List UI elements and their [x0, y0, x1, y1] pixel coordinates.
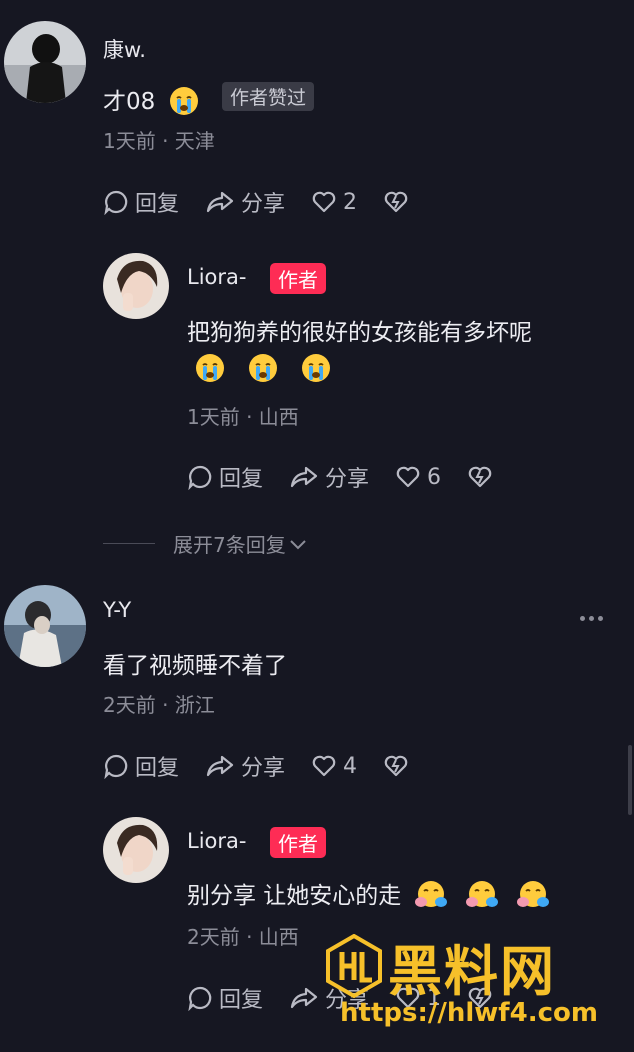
share-label: 分享: [325, 467, 370, 492]
comment-username[interactable]: 康w.: [103, 34, 146, 64]
like-button[interactable]: 2: [311, 190, 357, 215]
comment-text-content: 才08: [103, 89, 156, 115]
reply-label: 回复: [135, 192, 180, 217]
like-count: 4: [343, 753, 358, 779]
watermark-logo-icon: [326, 934, 382, 998]
comment-actions: 回复 分享 4: [103, 750, 441, 782]
reply-actions: 回复 分享 6: [187, 461, 525, 493]
expand-replies-label: 展开7条回复: [173, 533, 286, 557]
comment-icon: [188, 465, 212, 490]
chevron-down-icon: [290, 539, 306, 549]
hugging-emoji: [517, 880, 550, 907]
reply-text-content: 别分享 让她安心的走: [187, 883, 402, 909]
reply-label: 回复: [219, 467, 264, 492]
comment-text: 看了视频睡不着了: [103, 653, 287, 679]
share-icon: [206, 191, 234, 213]
expand-divider: [103, 543, 155, 544]
reply-button[interactable]: 回复: [103, 750, 179, 782]
author-badge: 作者: [270, 827, 326, 858]
hugging-emoji: [414, 880, 447, 907]
author-badge: 作者: [270, 263, 326, 294]
like-button[interactable]: 4: [311, 754, 357, 779]
comment-meta: 1天前 · 天津: [103, 129, 215, 153]
reply-username[interactable]: Liora-: [187, 265, 246, 289]
dislike-button[interactable]: [383, 754, 415, 778]
hugging-emoji: [465, 880, 498, 907]
dislike-heart-icon: [384, 755, 408, 777]
comment-icon: [104, 754, 128, 779]
avatar[interactable]: [4, 21, 86, 103]
dislike-button[interactable]: [467, 465, 499, 489]
avatar[interactable]: [4, 585, 86, 667]
reply-username[interactable]: Liora-: [187, 829, 246, 853]
heart-icon: [396, 466, 420, 488]
share-icon: [290, 466, 318, 488]
crying-emoji: [249, 354, 278, 382]
watermark-url: https://hlwf4.com: [340, 998, 598, 1028]
crying-emoji: [196, 354, 224, 382]
author-liked-badge: 作者赞过: [222, 82, 315, 111]
heart-icon: [312, 191, 336, 213]
comment-icon: [188, 986, 212, 1011]
like-count: 2: [343, 189, 358, 215]
reply-text: 别分享 让她安心的走: [187, 876, 561, 910]
comment-username[interactable]: Y-Y: [103, 598, 131, 622]
dislike-heart-icon: [468, 466, 492, 488]
reply-text: 把狗狗养的很好的女孩能有多坏呢: [187, 320, 532, 346]
share-label: 分享: [241, 192, 286, 217]
reply-label: 回复: [135, 756, 180, 781]
crying-emoji: [169, 86, 198, 115]
scrollbar-thumb[interactable]: [628, 745, 632, 815]
crying-emoji: [302, 354, 331, 382]
comment-icon: [104, 190, 128, 215]
comment-text: 才08: [103, 82, 211, 116]
reply-button[interactable]: 回复: [103, 186, 179, 218]
avatar[interactable]: [103, 253, 169, 319]
like-count: 6: [427, 464, 442, 490]
comment-meta: 2天前 · 浙江: [103, 693, 215, 717]
share-button[interactable]: 分享: [205, 186, 285, 218]
like-button[interactable]: 6: [395, 465, 441, 490]
share-button[interactable]: 分享: [289, 461, 369, 493]
share-icon: [290, 987, 318, 1009]
share-icon: [206, 755, 234, 777]
watermark-brand: 黑料网: [388, 940, 556, 1003]
reply-button[interactable]: 回复: [187, 982, 263, 1014]
reply-meta: 2天前 · 山西: [187, 925, 299, 949]
avatar[interactable]: [103, 817, 169, 883]
dislike-heart-icon: [384, 191, 408, 213]
reply-button[interactable]: 回复: [187, 461, 263, 493]
heart-icon: [312, 755, 336, 777]
dislike-button[interactable]: [383, 190, 415, 214]
reply-emojis: [195, 353, 343, 383]
comment-actions: 回复 分享 2: [103, 186, 441, 218]
reply-meta: 1天前 · 山西: [187, 405, 299, 429]
share-button[interactable]: 分享: [205, 750, 285, 782]
reply-label: 回复: [219, 988, 264, 1013]
more-icon[interactable]: [580, 616, 603, 621]
share-label: 分享: [241, 756, 286, 781]
expand-replies-button[interactable]: 展开7条回复: [103, 529, 308, 558]
